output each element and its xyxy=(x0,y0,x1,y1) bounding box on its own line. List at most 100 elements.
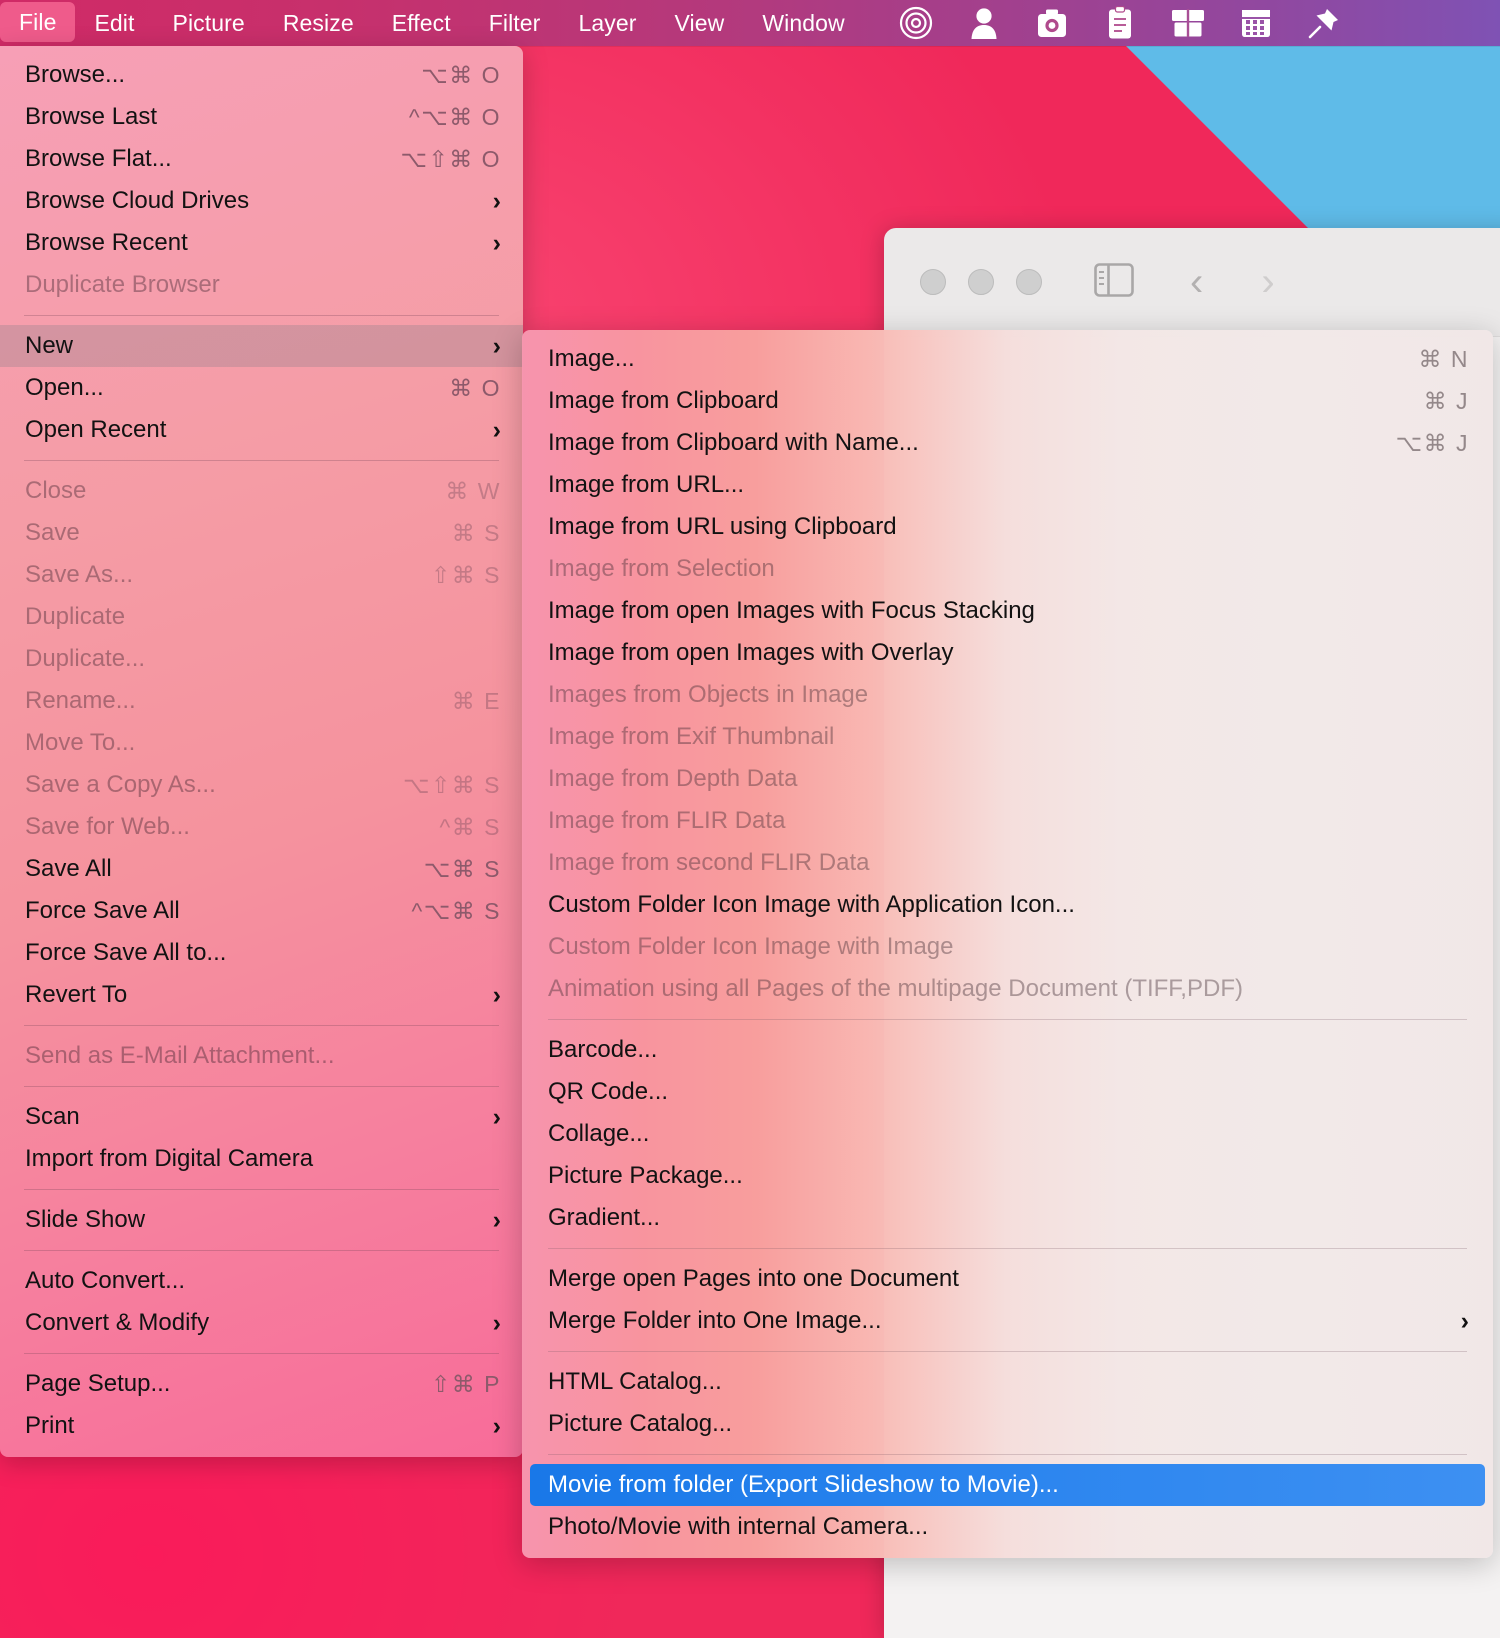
menu-item-image-from-url[interactable]: Image from URL... xyxy=(522,464,1493,506)
zoom-button[interactable] xyxy=(1016,269,1042,295)
menu-item-label: Custom Folder Icon Image with Applicatio… xyxy=(548,891,1075,918)
menu-item-import-from-digital-camera[interactable]: Import from Digital Camera xyxy=(0,1138,523,1180)
menu-item-label: Save As... xyxy=(25,561,134,588)
menu-item-print[interactable]: Print › xyxy=(0,1405,523,1447)
menu-item-close: Close ⌘ W xyxy=(0,470,523,512)
menu-item-label: Merge Folder into One Image... xyxy=(548,1307,882,1334)
clipboard-icon[interactable] xyxy=(1086,0,1154,46)
menu-item-photo-movie-with-internal-camera[interactable]: Photo/Movie with internal Camera... xyxy=(522,1506,1493,1548)
menu-item-save-as: Save As... ⇧⌘ S xyxy=(0,554,523,596)
menu-item-label: Image from Clipboard with Name... xyxy=(548,429,919,456)
menu-item-label: Image from URL... xyxy=(548,471,745,498)
back-chevron-icon[interactable]: ‹ xyxy=(1190,262,1203,302)
menu-item-shortcut: ⇧⌘ S xyxy=(430,561,501,588)
menubar-item-edit[interactable]: Edit xyxy=(75,0,153,46)
menu-item-shortcut: ⌥⌘ S xyxy=(423,855,501,882)
menubar-item-resize[interactable]: Resize xyxy=(264,0,373,46)
menu-item-convert-modify[interactable]: Convert & Modify › xyxy=(0,1302,523,1344)
menu-item-label: Gradient... xyxy=(548,1204,661,1231)
menu-item-image-from-url-using-clipboard[interactable]: Image from URL using Clipboard xyxy=(522,506,1493,548)
menu-item-picture-catalog[interactable]: Picture Catalog... xyxy=(522,1403,1493,1445)
menubar-item-filter[interactable]: Filter xyxy=(470,0,560,46)
menu-item-qr-code[interactable]: QR Code... xyxy=(522,1071,1493,1113)
menubar-item-view[interactable]: View xyxy=(655,0,743,46)
chevron-right-icon: › xyxy=(1460,1306,1469,1335)
menu-item-page-setup[interactable]: Page Setup... ⇧⌘ P xyxy=(0,1363,523,1405)
menu-item-label: Slide Show xyxy=(25,1206,146,1233)
menu-item-duplicate-browser: Duplicate Browser xyxy=(0,264,523,306)
menu-item-label: Import from Digital Camera xyxy=(25,1145,314,1172)
menu-item-image[interactable]: Image... ⌘ N xyxy=(522,338,1493,380)
menubar-item-file[interactable]: File xyxy=(0,2,76,42)
archive-box-icon[interactable] xyxy=(1154,0,1222,46)
forward-chevron-icon[interactable]: › xyxy=(1261,262,1274,302)
menubar-item-picture[interactable]: Picture xyxy=(154,0,264,46)
menu-item-custom-folder-icon-image-with-application-icon[interactable]: Custom Folder Icon Image with Applicatio… xyxy=(522,884,1493,926)
camera-icon[interactable] xyxy=(1018,0,1086,46)
menu-item-label: Duplicate... xyxy=(25,645,146,672)
file-menu-dropdown[interactable]: Browse... ⌥⌘ O Browse Last ^⌥⌘ O Browse Flat… xyxy=(0,46,523,1457)
menu-item-duplicate: Duplicate... xyxy=(0,638,523,680)
menu-item-label: Image from open Images with Focus Stacki… xyxy=(548,597,1035,624)
menu-item-label: Custom Folder Icon Image with Image xyxy=(548,933,954,960)
menu-item-browse-last[interactable]: Browse Last ^⌥⌘ O xyxy=(0,96,523,138)
menu-item-movie-from-folder-export-slideshow-to-movie[interactable]: Movie from folder (Export Slideshow to M… xyxy=(530,1464,1485,1506)
menu-item-label: Save All xyxy=(25,855,112,882)
menu-item-barcode[interactable]: Barcode... xyxy=(522,1029,1493,1071)
menu-separator xyxy=(24,1025,499,1026)
menu-item-label: Collage... xyxy=(548,1120,650,1147)
close-button[interactable] xyxy=(920,269,946,295)
menu-item-label: Revert To xyxy=(25,981,128,1008)
menubar-item-layer[interactable]: Layer xyxy=(559,0,655,46)
menu-item-slide-show[interactable]: Slide Show › xyxy=(0,1199,523,1241)
menu-separator xyxy=(548,1019,1467,1020)
menu-item-auto-convert[interactable]: Auto Convert... xyxy=(0,1260,523,1302)
chevron-right-icon: › xyxy=(492,1308,501,1337)
menu-item-move-to: Move To... xyxy=(0,722,523,764)
menu-item-open-recent[interactable]: Open Recent › xyxy=(0,409,523,451)
menu-item-image-from-clipboard-with-name[interactable]: Image from Clipboard with Name... ⌥⌘ J xyxy=(522,422,1493,464)
menu-item-browse-cloud-drives[interactable]: Browse Cloud Drives › xyxy=(0,180,523,222)
menu-item-gradient[interactable]: Gradient... xyxy=(522,1197,1493,1239)
menu-item-merge-folder-into-one-image[interactable]: Merge Folder into One Image... › xyxy=(522,1300,1493,1342)
menu-item-shortcut: ⌘ W xyxy=(445,477,501,504)
menu-item-label: Duplicate Browser xyxy=(25,271,220,298)
menu-item-save-all[interactable]: Save All ⌥⌘ S xyxy=(0,848,523,890)
menubar-item-effect[interactable]: Effect xyxy=(373,0,470,46)
menu-item-scan[interactable]: Scan › xyxy=(0,1096,523,1138)
sidebar-toggle-icon[interactable] xyxy=(1094,262,1134,302)
menu-item-label: Image from FLIR Data xyxy=(548,807,786,834)
menu-item-rename: Rename... ⌘ E xyxy=(0,680,523,722)
menu-item-browse-flat[interactable]: Browse Flat... ⌥⇧⌘ O xyxy=(0,138,523,180)
menu-item-image-from-clipboard[interactable]: Image from Clipboard ⌘ J xyxy=(522,380,1493,422)
menu-item-shortcut: ⌘ J xyxy=(1423,387,1469,414)
menu-item-image-from-open-images-with-focus-stacking[interactable]: Image from open Images with Focus Stacki… xyxy=(522,590,1493,632)
menu-item-browse-recent[interactable]: Browse Recent › xyxy=(0,222,523,264)
menu-item-merge-open-pages-into-one-document[interactable]: Merge open Pages into one Document xyxy=(522,1258,1493,1300)
menu-item-open[interactable]: Open... ⌘ O xyxy=(0,367,523,409)
chevron-right-icon: › xyxy=(492,228,501,257)
new-submenu-dropdown[interactable]: Image... ⌘ N Image from Clipboard ⌘ J Image … xyxy=(522,330,1493,1558)
menu-item-image-from-depth-data: Image from Depth Data xyxy=(522,758,1493,800)
menu-item-image-from-open-images-with-overlay[interactable]: Image from open Images with Overlay xyxy=(522,632,1493,674)
menu-item-duplicate: Duplicate xyxy=(0,596,523,638)
menubar-icon-group xyxy=(882,0,1358,46)
menu-item-force-save-all-to[interactable]: Force Save All to... xyxy=(0,932,523,974)
menu-item-revert-to[interactable]: Revert To › xyxy=(0,974,523,1016)
menu-item-force-save-all[interactable]: Force Save All ^⌥⌘ S xyxy=(0,890,523,932)
menu-item-label: HTML Catalog... xyxy=(548,1368,722,1395)
minimize-button[interactable] xyxy=(968,269,994,295)
menu-item-html-catalog[interactable]: HTML Catalog... xyxy=(522,1361,1493,1403)
menu-item-browse[interactable]: Browse... ⌥⌘ O xyxy=(0,54,523,96)
menu-item-new[interactable]: New › xyxy=(0,325,523,367)
calendar-icon[interactable] xyxy=(1222,0,1290,46)
menu-separator xyxy=(548,1248,1467,1249)
person-icon[interactable] xyxy=(950,0,1018,46)
menu-item-label: Browse Last xyxy=(25,103,158,130)
menu-item-picture-package[interactable]: Picture Package... xyxy=(522,1155,1493,1197)
menubar-item-window[interactable]: Window xyxy=(743,0,863,46)
pin-icon[interactable] xyxy=(1290,0,1358,46)
menu-item-collage[interactable]: Collage... xyxy=(522,1113,1493,1155)
target-icon[interactable] xyxy=(882,0,950,46)
window-toolbar: ‹ › xyxy=(884,228,1500,336)
